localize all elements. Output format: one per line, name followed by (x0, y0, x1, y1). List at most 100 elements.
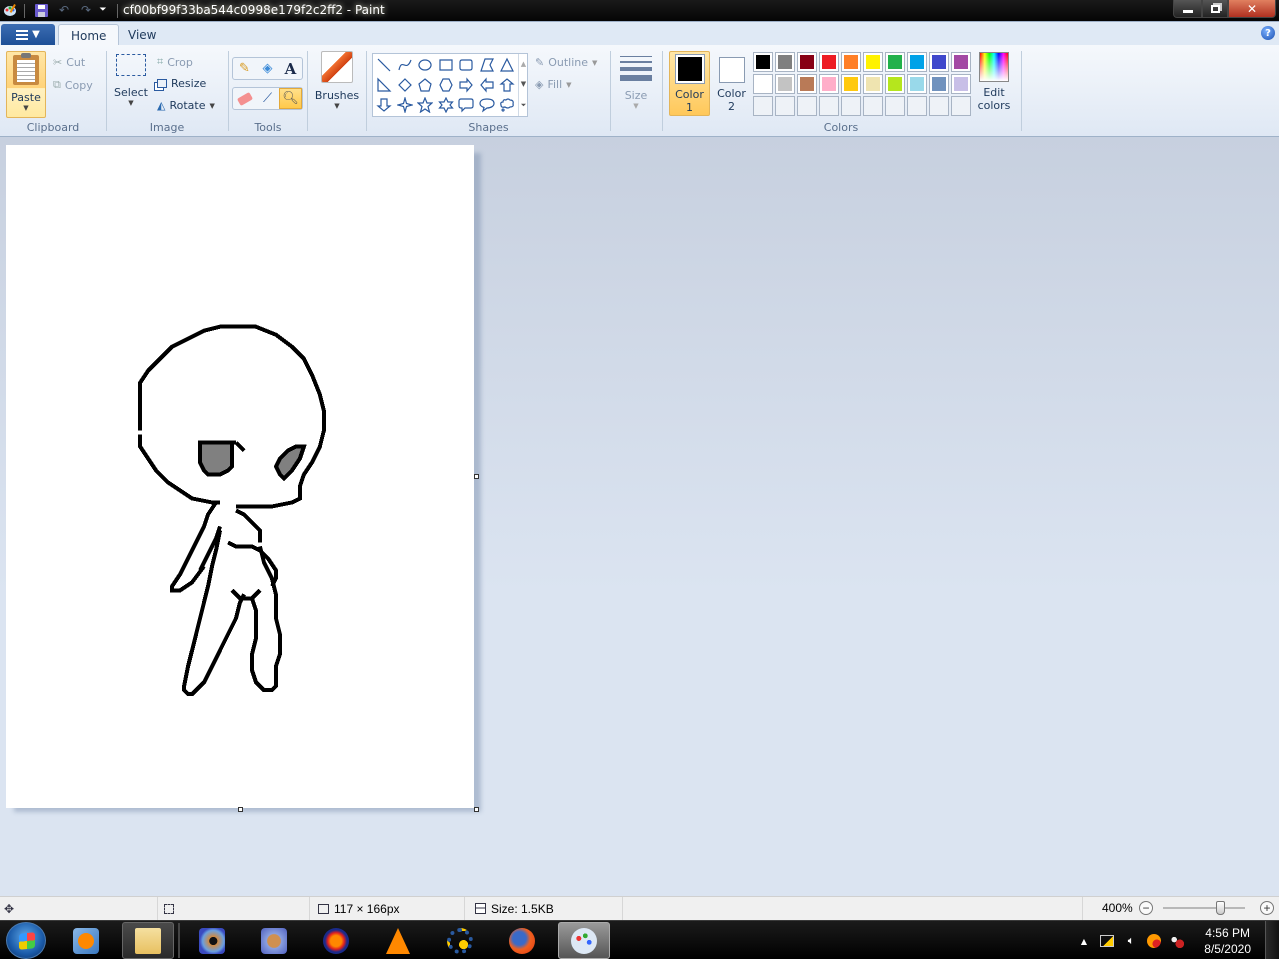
shape-rectangle[interactable] (436, 55, 456, 75)
shape-right-triangle[interactable] (374, 75, 394, 95)
edit-colors-button[interactable]: Edit colors (975, 52, 1013, 112)
pencil-tool[interactable]: ✎ (233, 58, 256, 79)
resize-handle-right[interactable] (474, 474, 479, 479)
palette-color-99d9ea[interactable] (907, 74, 927, 94)
fill-button[interactable]: ◈ Fill ▼ (535, 78, 572, 91)
paint-app-icon[interactable] (2, 2, 18, 18)
palette-custom-slot[interactable] (819, 96, 839, 116)
palette-color-c3c3c3[interactable] (775, 74, 795, 94)
palette-custom-slot[interactable] (753, 96, 773, 116)
shape-diamond[interactable] (395, 75, 415, 95)
show-hidden-icons[interactable]: ▲ (1076, 933, 1092, 949)
color2-button[interactable]: Color 2 (711, 51, 752, 116)
palette-custom-slot[interactable] (929, 96, 949, 116)
palette-color-7f7f7f[interactable] (775, 52, 795, 72)
shape-rounded-rectangle[interactable] (456, 55, 476, 75)
shape-curve[interactable] (395, 55, 415, 75)
shapes-scroll[interactable]: ▲ ▼ ⏷ (518, 54, 528, 116)
palette-custom-slot[interactable] (775, 96, 795, 116)
undo-icon[interactable]: ↶ (56, 2, 72, 18)
palette-color-b97a57[interactable] (797, 74, 817, 94)
zoom-slider-track[interactable] (1163, 907, 1245, 909)
shape-six-point-star[interactable] (436, 95, 456, 115)
scroll-down-icon[interactable]: ▼ (521, 80, 526, 88)
fill-tool[interactable]: ◈ (256, 58, 279, 79)
shape-left-arrow[interactable] (477, 75, 497, 95)
palette-color-fff200[interactable] (863, 52, 883, 72)
palette-custom-slot[interactable] (951, 96, 971, 116)
taskbar-settings-shield[interactable] (434, 922, 486, 959)
shape-oval[interactable] (415, 55, 435, 75)
shape-right-arrow[interactable] (456, 75, 476, 95)
app-tray-error-icon[interactable] (1146, 933, 1162, 949)
zoom-in-button[interactable]: + (1260, 901, 1274, 915)
palette-color-b5e61d[interactable] (885, 74, 905, 94)
taskbar-app-eye[interactable] (186, 922, 238, 959)
scroll-up-icon[interactable]: ▲ (521, 60, 526, 68)
redo-icon[interactable]: ↷ (78, 2, 94, 18)
taskbar-firefox[interactable] (496, 922, 548, 959)
shape-hexagon[interactable] (436, 75, 456, 95)
palette-color-c8bfe7[interactable] (951, 74, 971, 94)
brushes-button[interactable]: Brushes ▼ (314, 51, 360, 110)
palette-color-ed1c24[interactable] (819, 52, 839, 72)
wireless-error-icon[interactable] (1169, 933, 1185, 949)
resize-handle-bottom[interactable] (238, 807, 243, 812)
zoom-slider-thumb[interactable] (1216, 901, 1225, 915)
palette-color-a349a4[interactable] (951, 52, 971, 72)
eraser-tool[interactable] (233, 88, 256, 109)
palette-color-880015[interactable] (797, 52, 817, 72)
paint-menu-button[interactable]: ▼ (1, 24, 55, 45)
palette-color-efe4b0[interactable] (863, 74, 883, 94)
palette-custom-slot[interactable] (885, 96, 905, 116)
palette-color-ff7f27[interactable] (841, 52, 861, 72)
shape-pentagon[interactable] (415, 75, 435, 95)
palette-custom-slot[interactable] (797, 96, 817, 116)
start-button[interactable] (6, 922, 46, 959)
shape-cloud-callout[interactable] (497, 95, 517, 115)
palette-color-ffc90e[interactable] (841, 74, 861, 94)
palette-color-000000[interactable] (753, 52, 773, 72)
show-desktop-button[interactable] (1265, 921, 1279, 959)
customize-dropdown-icon[interactable]: ⏷ (97, 2, 109, 18)
palette-color-ffffff[interactable] (753, 74, 773, 94)
cut-button[interactable]: ✂ Cut (53, 56, 85, 69)
palette-custom-slot[interactable] (863, 96, 883, 116)
shape-rounded-callout[interactable] (456, 95, 476, 115)
outline-button[interactable]: ✎ Outline ▼ (535, 56, 597, 69)
taskbar-app-compass[interactable] (248, 922, 300, 959)
magnifier-tool[interactable]: 🔍︎ (279, 88, 302, 109)
tab-home[interactable]: Home (58, 24, 120, 46)
palette-custom-slot[interactable] (841, 96, 861, 116)
shape-triangle[interactable] (497, 55, 517, 75)
palette-color-00a2e8[interactable] (907, 52, 927, 72)
resize-button[interactable]: Resize (157, 77, 206, 90)
shape-five-point-star[interactable] (415, 95, 435, 115)
shape-up-arrow[interactable] (497, 75, 517, 95)
shape-four-point-star[interactable] (395, 95, 415, 115)
paste-button[interactable]: Paste ▼ (6, 51, 46, 118)
crop-button[interactable]: ⌗ Crop (157, 55, 193, 69)
color1-button[interactable]: Color 1 (669, 51, 710, 116)
size-button[interactable]: Size ▼ (619, 53, 653, 110)
taskbar-paint[interactable] (558, 922, 610, 959)
volume-icon[interactable]: 🔈︎ (1123, 933, 1139, 949)
select-button[interactable]: Select ▼ (114, 54, 148, 107)
tab-view[interactable]: View (116, 24, 168, 46)
shape-oval-callout[interactable] (477, 95, 497, 115)
help-icon[interactable]: ? (1261, 26, 1275, 40)
shape-down-arrow[interactable] (374, 95, 394, 115)
taskbar-audacity[interactable] (310, 922, 362, 959)
save-icon[interactable] (33, 2, 49, 18)
rotate-button[interactable]: ◭ Rotate ▼ (157, 99, 215, 112)
palette-color-7092be[interactable] (929, 74, 949, 94)
drawing-canvas[interactable] (6, 145, 474, 808)
taskbar-vlc[interactable] (372, 922, 424, 959)
minimize-button[interactable] (1173, 0, 1202, 18)
color-picker-tool[interactable]: ⟋ (256, 88, 279, 109)
restore-button[interactable] (1202, 0, 1228, 18)
copy-button[interactable]: ⧉ Copy (53, 78, 93, 92)
palette-color-ffaec9[interactable] (819, 74, 839, 94)
system-clock[interactable]: 4:56 PM 8/5/2020 (1204, 925, 1251, 957)
shape-polygon[interactable] (477, 55, 497, 75)
